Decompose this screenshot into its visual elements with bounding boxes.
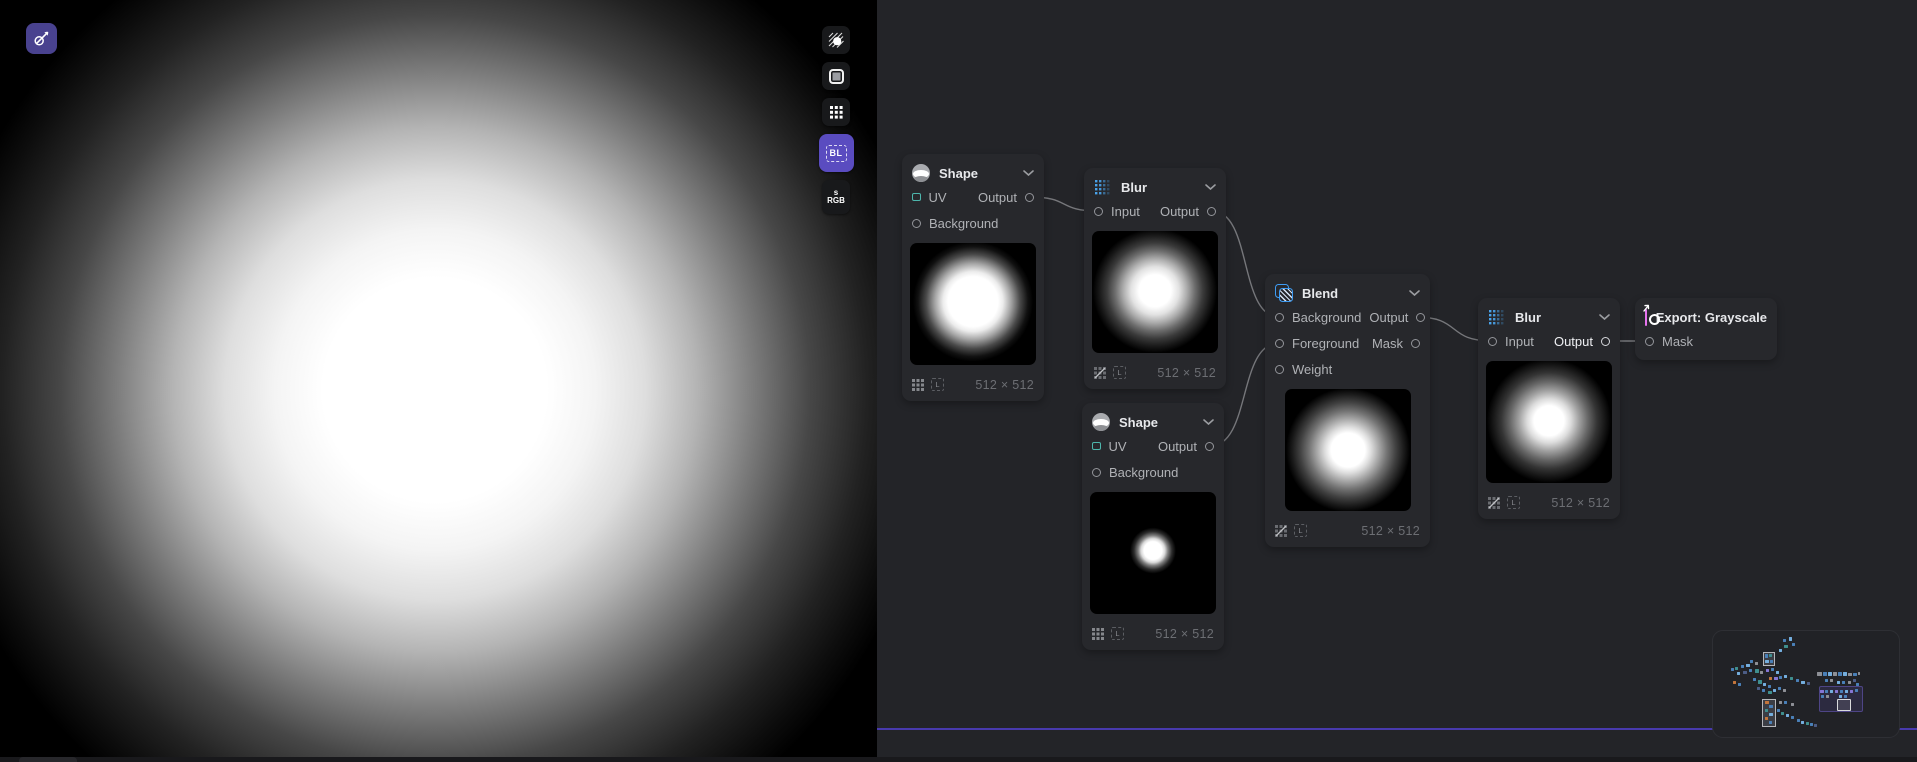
port-output[interactable] bbox=[1025, 193, 1034, 202]
node-preview-thumbnail bbox=[1285, 389, 1411, 511]
clamp-l-icon: L bbox=[1294, 524, 1307, 537]
tiling-grid-slash-icon bbox=[1488, 497, 1500, 509]
chevron-down-icon[interactable] bbox=[1409, 290, 1420, 296]
blur-node-icon bbox=[1094, 178, 1112, 196]
clamp-l-icon: L bbox=[1507, 496, 1520, 509]
port-background[interactable] bbox=[1092, 468, 1101, 477]
node-title: Blur bbox=[1121, 180, 1147, 195]
chevron-down-icon[interactable] bbox=[1023, 170, 1034, 176]
shape-node-icon bbox=[912, 164, 930, 182]
port-background[interactable] bbox=[1275, 313, 1284, 322]
node-preview-thumbnail bbox=[1090, 492, 1216, 614]
tiling-grid-slash-icon bbox=[1094, 367, 1106, 379]
port-label-uv: UV bbox=[929, 190, 947, 205]
port-label-uv: UV bbox=[1109, 439, 1127, 454]
srgb-label-bottom: RGB bbox=[827, 197, 845, 206]
bottom-edge-bar bbox=[0, 757, 1917, 762]
toolbar-button-bl-view[interactable]: BL bbox=[819, 134, 854, 172]
node-title: Shape bbox=[939, 166, 978, 181]
app-window: BL s RGB Shape UV Output bbox=[0, 0, 1917, 762]
grid-icon bbox=[830, 106, 833, 109]
node-shape-1[interactable]: Shape UV Output Background L 512 × 512 bbox=[902, 154, 1044, 401]
chevron-down-icon[interactable] bbox=[1599, 314, 1610, 320]
port-label-weight: Weight bbox=[1292, 362, 1332, 377]
color-picker-button[interactable] bbox=[26, 23, 57, 54]
node-size-label: 512 × 512 bbox=[1551, 496, 1610, 510]
port-background[interactable] bbox=[912, 219, 921, 228]
port-output[interactable] bbox=[1207, 207, 1216, 216]
port-label-foreground: Foreground bbox=[1292, 336, 1359, 351]
port-mask-output[interactable] bbox=[1411, 339, 1420, 348]
tiling-grid-icon bbox=[912, 379, 924, 391]
port-label-mask: Mask bbox=[1662, 334, 1693, 349]
node-size-label: 512 × 512 bbox=[975, 378, 1034, 392]
clamp-l-icon: L bbox=[931, 378, 944, 391]
port-label-output: Output bbox=[1369, 310, 1408, 325]
port-label-output: Output bbox=[1554, 334, 1593, 349]
port-label-background: Background bbox=[1292, 310, 1361, 325]
blur-node-icon bbox=[1488, 308, 1506, 326]
port-input[interactable] bbox=[1094, 207, 1103, 216]
node-size-label: 512 × 512 bbox=[1361, 524, 1420, 538]
blend-node-icon bbox=[1275, 284, 1293, 302]
port-label-output: Output bbox=[978, 190, 1017, 205]
node-blend[interactable]: Blend Background Output Foreground Mask … bbox=[1265, 274, 1430, 547]
chevron-down-icon[interactable] bbox=[1203, 419, 1214, 425]
node-export-grayscale[interactable]: Export: Grayscale Mask bbox=[1635, 298, 1777, 360]
node-title: Export: Grayscale bbox=[1656, 310, 1767, 325]
node-preview-thumbnail bbox=[910, 243, 1036, 365]
node-title: Blend bbox=[1302, 286, 1338, 301]
bottom-edge-tab bbox=[19, 757, 77, 762]
view-toolbar: BL s RGB bbox=[818, 26, 854, 214]
port-output[interactable] bbox=[1205, 442, 1214, 451]
port-label-mask: Mask bbox=[1372, 336, 1403, 351]
clamp-l-icon: L bbox=[1113, 366, 1126, 379]
toolbar-button-grid-view[interactable] bbox=[822, 98, 850, 126]
port-label-output: Output bbox=[1160, 204, 1199, 219]
blur-spot-icon bbox=[828, 32, 845, 49]
port-uv[interactable] bbox=[912, 193, 921, 202]
port-input[interactable] bbox=[1488, 337, 1497, 346]
rounded-square-icon bbox=[829, 69, 844, 84]
node-size-label: 512 × 512 bbox=[1155, 627, 1214, 641]
tiling-grid-icon bbox=[1092, 628, 1104, 640]
port-foreground[interactable] bbox=[1275, 339, 1284, 348]
port-label-background: Background bbox=[1109, 465, 1178, 480]
port-label-background: Background bbox=[929, 216, 998, 231]
node-blur-1[interactable]: Blur Input Output L 512 × 512 bbox=[1084, 168, 1226, 389]
node-size-label: 512 × 512 bbox=[1157, 366, 1216, 380]
chevron-down-icon[interactable] bbox=[1205, 184, 1216, 190]
port-uv[interactable] bbox=[1092, 442, 1101, 451]
node-title: Blur bbox=[1515, 310, 1541, 325]
port-weight[interactable] bbox=[1275, 365, 1284, 374]
node-shape-2[interactable]: Shape UV Output Background L 512 × 512 bbox=[1082, 403, 1224, 650]
clamp-l-icon: L bbox=[1111, 627, 1124, 640]
node-title: Shape bbox=[1119, 415, 1158, 430]
minimap-viewport-rect[interactable] bbox=[1837, 699, 1851, 711]
shape-node-icon bbox=[1092, 413, 1110, 431]
toolbar-button-srgb[interactable]: s RGB bbox=[822, 180, 850, 214]
port-mask[interactable] bbox=[1645, 337, 1654, 346]
port-label-output: Output bbox=[1158, 439, 1197, 454]
port-label-input: Input bbox=[1111, 204, 1140, 219]
bl-view-label: BL bbox=[826, 145, 847, 162]
export-node-icon bbox=[1645, 309, 1647, 326]
toolbar-button-shape-preview[interactable] bbox=[822, 62, 850, 90]
toolbar-button-blur-preview[interactable] bbox=[822, 26, 850, 54]
eyedropper-icon bbox=[33, 30, 50, 47]
port-output[interactable] bbox=[1601, 337, 1610, 346]
node-preview-thumbnail bbox=[1486, 361, 1612, 483]
graph-minimap[interactable] bbox=[1712, 630, 1900, 738]
tiling-grid-slash-icon bbox=[1275, 525, 1287, 537]
node-preview-thumbnail bbox=[1092, 231, 1218, 353]
node-blur-2[interactable]: Blur Input Output L 512 × 512 bbox=[1478, 298, 1620, 519]
port-label-input: Input bbox=[1505, 334, 1534, 349]
texture-preview-viewport[interactable] bbox=[0, 0, 877, 762]
port-output[interactable] bbox=[1416, 313, 1425, 322]
